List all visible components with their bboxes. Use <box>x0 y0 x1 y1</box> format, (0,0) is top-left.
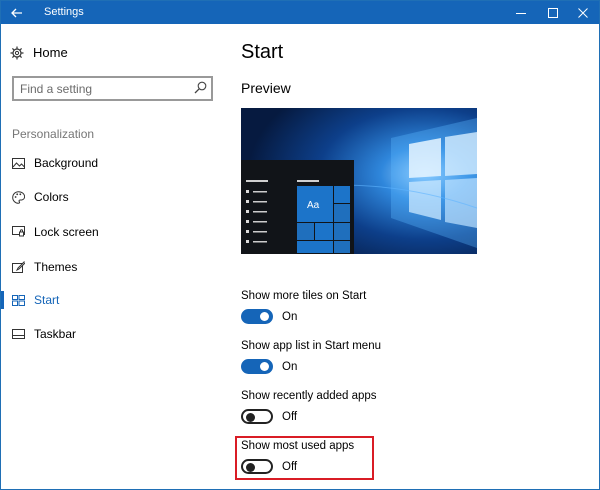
sidebar-item-label: Themes <box>34 260 78 274</box>
toggle-knob <box>260 312 269 321</box>
setting-label: Show recently added apps <box>241 390 377 402</box>
setting-show-more-tiles: Show more tiles on Start On <box>241 290 541 324</box>
windows-desktop-preview: Aa <box>241 108 477 254</box>
minimize-button[interactable] <box>504 1 538 24</box>
maximize-icon <box>548 7 558 18</box>
sidebar-item-lock-screen[interactable]: Lock screen <box>1 217 226 247</box>
sidebar-item-themes[interactable]: Themes <box>1 252 226 282</box>
main-content: Start Preview Aa Show more tiles on Star… <box>226 24 599 489</box>
close-icon <box>578 7 588 18</box>
search-box[interactable] <box>12 76 213 101</box>
sidebar-item-label: Background <box>34 156 99 170</box>
maximize-button[interactable] <box>536 1 570 24</box>
taskbar-icon <box>11 327 25 341</box>
sidebar-item-start[interactable]: Start <box>1 285 226 315</box>
setting-label: Show more tiles on Start <box>241 290 367 302</box>
page-title: Start <box>241 41 284 63</box>
toggle-switch[interactable] <box>241 409 273 424</box>
toggle-state-label: On <box>282 310 298 323</box>
sidebar-item-label: Colors <box>34 190 69 204</box>
sidebar: Home Personalization Background Colors <box>1 24 226 489</box>
home-label: Home <box>33 45 68 60</box>
palette-icon <box>11 190 25 204</box>
sidebar-item-taskbar[interactable]: Taskbar <box>1 319 226 349</box>
window-title: Settings <box>44 6 84 18</box>
minimize-icon <box>516 12 526 14</box>
sidebar-item-background[interactable]: Background <box>1 148 226 178</box>
back-arrow-icon <box>11 8 22 17</box>
gear-icon <box>10 46 24 59</box>
sidebar-item-label: Start <box>34 293 60 307</box>
toggle-switch[interactable] <box>241 309 273 324</box>
sidebar-item-label: Taskbar <box>34 327 77 341</box>
brush-icon <box>11 260 25 274</box>
toggle-knob <box>246 412 255 422</box>
toggle-state-label: Off <box>282 410 298 423</box>
setting-show-app-list: Show app list in Start menu On <box>241 340 541 374</box>
preview-heading: Preview <box>241 80 291 96</box>
toggle-knob <box>260 362 269 371</box>
back-button[interactable] <box>1 1 33 24</box>
start-tiles-icon <box>11 293 25 307</box>
selection-indicator <box>1 291 4 309</box>
title-bar: Settings <box>1 1 599 24</box>
image-icon <box>11 156 25 170</box>
setting-label: Show app list in Start menu <box>241 340 381 352</box>
home-link[interactable]: Home <box>10 45 68 60</box>
close-button[interactable] <box>566 1 600 24</box>
settings-window: Settings Home Personalization <box>0 0 600 490</box>
sidebar-item-label: Lock screen <box>34 225 99 239</box>
toggle-state-label: On <box>282 360 298 373</box>
section-label-personalization: Personalization <box>12 127 95 141</box>
toggle-switch[interactable] <box>241 359 273 374</box>
start-preview-image: Aa <box>241 108 477 254</box>
lock-screen-icon <box>11 225 25 239</box>
setting-show-recently-added: Show recently added apps Off <box>241 390 541 424</box>
sidebar-item-colors[interactable]: Colors <box>1 182 226 212</box>
preview-tile-label: Aa <box>307 200 320 211</box>
search-icon[interactable] <box>194 81 207 94</box>
search-input[interactable] <box>20 80 190 97</box>
highlight-box <box>235 436 374 480</box>
